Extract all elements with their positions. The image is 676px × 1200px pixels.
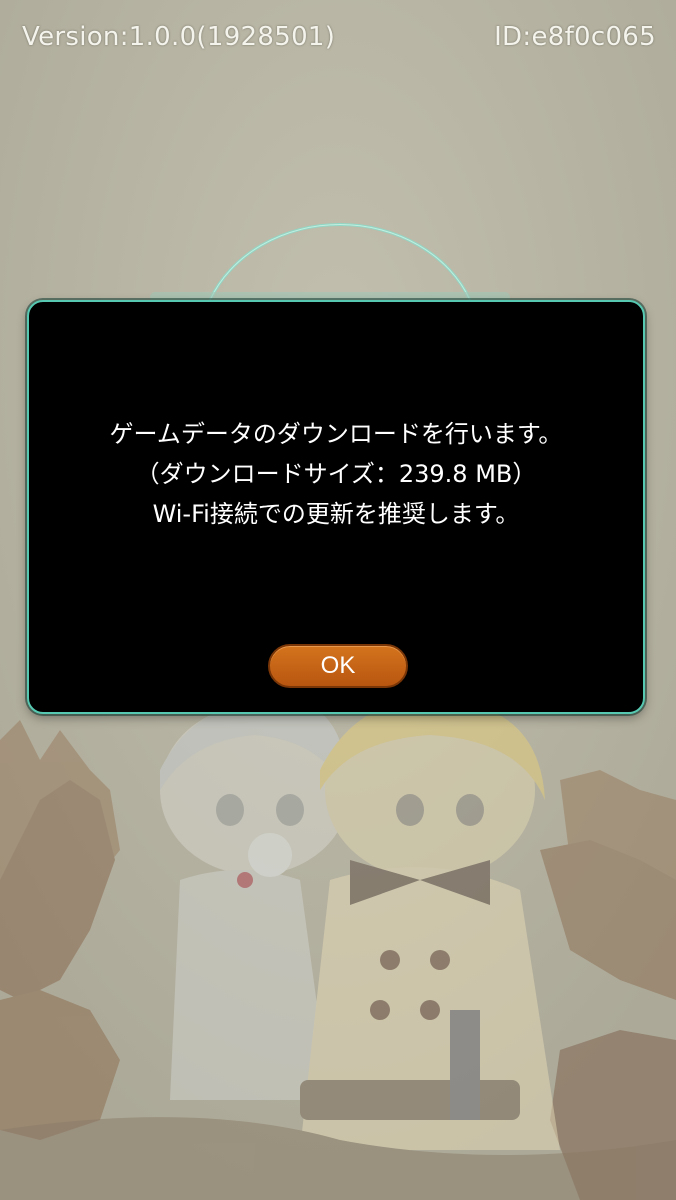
version-label: Version:1.0.0(1928501) [22,22,336,52]
dialog-message-line-3: Wi-Fi接続での更新を推奨します。 [152,500,520,528]
ok-button[interactable]: OK [268,644,408,688]
dialog-message-line-2: （ダウンロードサイズ：239.8 MB） [135,460,537,488]
download-confirm-dialog: ゲームデータのダウンロードを行います。 （ダウンロードサイズ：239.8 MB）… [27,300,645,714]
dialog-message-line-1: ゲームデータのダウンロードを行います。 [109,420,563,448]
user-id-label: ID:e8f0c065 [494,22,656,52]
